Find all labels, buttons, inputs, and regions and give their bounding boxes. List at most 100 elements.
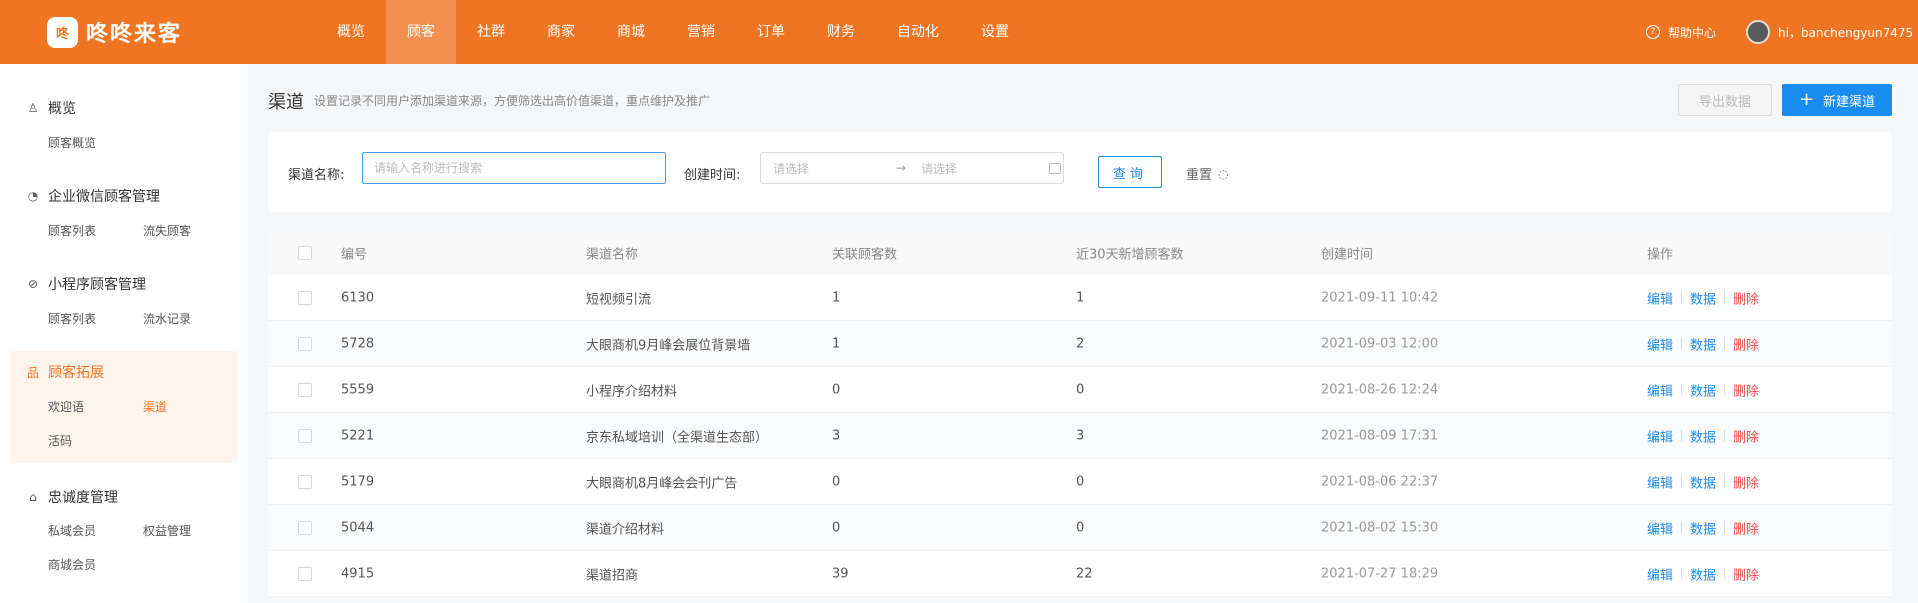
user-icon: ♙ bbox=[27, 101, 39, 115]
delete-link[interactable]: 删除 bbox=[1733, 380, 1759, 399]
sidebar-group-label: 顾客拓展 bbox=[48, 365, 104, 381]
select-all-checkbox[interactable] bbox=[298, 246, 312, 260]
row-checkbox[interactable] bbox=[298, 290, 312, 305]
cell-id: 5221 bbox=[341, 428, 375, 443]
edit-link[interactable]: 编辑 bbox=[1647, 564, 1673, 583]
help-label: 帮助中心 bbox=[1667, 25, 1716, 40]
nav-item[interactable]: 商城 bbox=[596, 0, 666, 64]
cell-time: 2021-08-09 17:31 bbox=[1321, 428, 1439, 443]
edit-link[interactable]: 编辑 bbox=[1647, 472, 1673, 491]
table-row: 5559 小程序介绍材料 0 0 2021-08-26 12:24 编辑 数据 删除 bbox=[268, 367, 1892, 413]
sidebar-group-title[interactable]: ⊘ 小程序顾客管理 bbox=[26, 274, 146, 294]
sidebar-item-customer-overview[interactable]: 顾客概览 bbox=[48, 134, 96, 151]
sidebar-item-benefits[interactable]: 权益管理 bbox=[143, 522, 191, 539]
cell-id: 5179 bbox=[341, 474, 375, 489]
nav-item[interactable]: 设置 bbox=[960, 0, 1030, 64]
sidebar-group-title[interactable]: ◔ 企业微信顾客管理 bbox=[26, 186, 160, 206]
channel-name-input[interactable] bbox=[362, 152, 666, 184]
row-checkbox[interactable] bbox=[298, 474, 312, 489]
cell-time: 2021-09-11 10:42 bbox=[1321, 290, 1439, 305]
divider bbox=[1681, 567, 1683, 580]
sidebar-group-customer-expansion: 品 顾客拓展 欢迎语 渠道 活码 bbox=[10, 351, 238, 463]
data-link[interactable]: 数据 bbox=[1690, 518, 1716, 537]
sidebar-group-label: 企业微信顾客管理 bbox=[48, 189, 160, 205]
cell-count: 3 bbox=[832, 428, 841, 443]
sidebar-item-lost-customers[interactable]: 流失顾客 bbox=[143, 222, 191, 239]
cell-name: 渠道介绍材料 bbox=[586, 522, 665, 537]
sidebar-item-channel[interactable]: 渠道 bbox=[143, 398, 167, 415]
table-body: 6130 短视频引流 1 1 2021-09-11 10:42 编辑 数据 删除 5728 大眼商… bbox=[268, 275, 1892, 597]
delete-link[interactable]: 删除 bbox=[1733, 288, 1759, 307]
data-link[interactable]: 数据 bbox=[1690, 288, 1716, 307]
table-row: 6130 短视频引流 1 1 2021-09-11 10:42 编辑 数据 删除 bbox=[268, 275, 1892, 321]
sidebar-item-welcome-message[interactable]: 欢迎语 bbox=[48, 398, 84, 415]
column-header-count: 关联顾客数 bbox=[832, 247, 898, 263]
data-link[interactable]: 数据 bbox=[1690, 472, 1716, 491]
user-greeting: hi，banchengyun7475 bbox=[1778, 25, 1914, 40]
delete-link[interactable]: 删除 bbox=[1733, 518, 1759, 537]
column-header-id: 编号 bbox=[341, 247, 368, 263]
nav-item[interactable]: 订单 bbox=[736, 0, 806, 64]
cell-name: 小程序介绍材料 bbox=[586, 384, 678, 399]
new-channel-button[interactable]: + 新建渠道 bbox=[1782, 84, 1892, 116]
cell-name: 渠道招商 bbox=[586, 568, 639, 583]
sidebar-group-title[interactable]: ⌂ 忠诚度管理 bbox=[26, 487, 118, 507]
edit-link[interactable]: 编辑 bbox=[1647, 334, 1673, 353]
sidebar-item-private-members[interactable]: 私域会员 bbox=[48, 522, 96, 539]
column-header-new30: 近30天新增顾客数 bbox=[1076, 247, 1184, 263]
row-checkbox[interactable] bbox=[298, 428, 312, 443]
sidebar-item-mall-members[interactable]: 商城会员 bbox=[48, 556, 96, 573]
delete-link[interactable]: 删除 bbox=[1733, 564, 1759, 583]
query-button[interactable]: 查询 bbox=[1098, 156, 1162, 188]
help-center-link[interactable]: ? 帮助中心 bbox=[1645, 24, 1716, 41]
cell-id: 5728 bbox=[341, 336, 375, 351]
row-checkbox[interactable] bbox=[298, 520, 312, 535]
delete-link[interactable]: 删除 bbox=[1733, 334, 1759, 353]
sidebar-item-flow-records[interactable]: 流水记录 bbox=[143, 310, 191, 327]
edit-link[interactable]: 编辑 bbox=[1647, 288, 1673, 307]
column-header-ops: 操作 bbox=[1647, 247, 1674, 263]
edit-link[interactable]: 编辑 bbox=[1647, 426, 1673, 445]
plus-icon: + bbox=[1798, 89, 1815, 110]
data-link[interactable]: 数据 bbox=[1690, 426, 1716, 445]
nav-item[interactable]: 营销 bbox=[666, 0, 736, 64]
row-checkbox[interactable] bbox=[298, 336, 312, 351]
divider bbox=[1724, 567, 1726, 580]
nav-item[interactable]: 商家 bbox=[526, 0, 596, 64]
sidebar-item-wecom-customer-list[interactable]: 顾客列表 bbox=[48, 222, 96, 239]
divider bbox=[1724, 383, 1726, 396]
user-menu[interactable]: hi，banchengyun7475 bbox=[1746, 20, 1918, 44]
data-link[interactable]: 数据 bbox=[1690, 380, 1716, 399]
date-end-input[interactable]: 请选择 bbox=[921, 160, 1041, 177]
cell-count: 0 bbox=[832, 474, 841, 489]
date-range-picker[interactable]: 请选择 → 请选择 bbox=[760, 152, 1064, 184]
data-link[interactable]: 数据 bbox=[1690, 564, 1716, 583]
sidebar-group-title[interactable]: 品 顾客拓展 bbox=[26, 362, 104, 382]
compass-icon: ⊘ bbox=[27, 277, 39, 291]
nav-item[interactable]: 自动化 bbox=[876, 0, 960, 64]
sidebar-item-live-code[interactable]: 活码 bbox=[48, 432, 72, 449]
sidebar-item-mp-customer-list[interactable]: 顾客列表 bbox=[48, 310, 96, 327]
nav-item[interactable]: 财务 bbox=[806, 0, 876, 64]
reset-label: 重置 bbox=[1186, 168, 1213, 183]
cell-new30: 1 bbox=[1076, 290, 1085, 305]
data-link[interactable]: 数据 bbox=[1690, 334, 1716, 353]
reset-button[interactable]: 重置 ◌ bbox=[1186, 164, 1229, 184]
row-checkbox[interactable] bbox=[298, 382, 312, 397]
nav-item[interactable]: 概览 bbox=[316, 0, 386, 64]
edit-link[interactable]: 编辑 bbox=[1647, 518, 1673, 537]
nav-item[interactable]: 顾客 bbox=[386, 0, 456, 64]
arrow-right-icon: → bbox=[896, 161, 907, 175]
nav-item[interactable]: 社群 bbox=[456, 0, 526, 64]
delete-link[interactable]: 删除 bbox=[1733, 426, 1759, 445]
cell-count: 0 bbox=[832, 520, 841, 535]
column-header-name: 渠道名称 bbox=[586, 247, 639, 263]
cell-name: 短视频引流 bbox=[586, 292, 652, 307]
export-data-button[interactable]: 导出数据 bbox=[1678, 84, 1772, 116]
logo[interactable]: 咚 咚咚来客 bbox=[47, 16, 257, 48]
row-checkbox[interactable] bbox=[298, 566, 312, 581]
sidebar-group-title[interactable]: ♙ 概览 bbox=[26, 98, 76, 118]
date-start-input[interactable]: 请选择 bbox=[773, 160, 896, 177]
edit-link[interactable]: 编辑 bbox=[1647, 380, 1673, 399]
delete-link[interactable]: 删除 bbox=[1733, 472, 1759, 491]
